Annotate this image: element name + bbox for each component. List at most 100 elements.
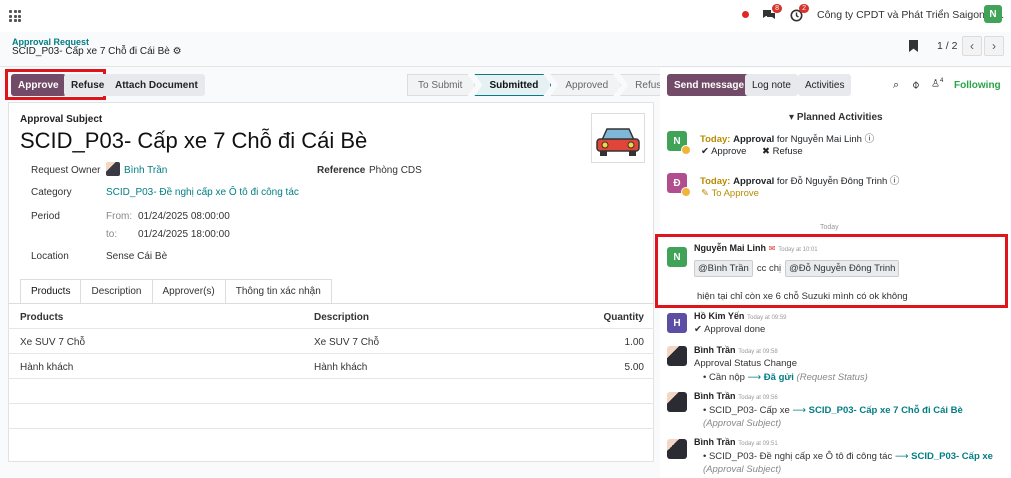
- approve-activity-label: Approve: [711, 146, 747, 157]
- envelope-icon: ✉: [768, 244, 776, 253]
- message-header: Bình Trần Today at 09:58: [694, 345, 778, 356]
- messaging-icon[interactable]: 8: [760, 4, 782, 24]
- attach-document-button[interactable]: Attach Document: [108, 74, 205, 96]
- to-value[interactable]: 01/24/2025 18:00:00: [138, 229, 230, 240]
- apps-menu-icon[interactable]: [9, 10, 21, 22]
- activities-button[interactable]: Activities: [798, 74, 852, 96]
- tab-approvers[interactable]: Approver(s): [151, 279, 226, 303]
- owner-label: Request Owner: [31, 165, 101, 176]
- author-name[interactable]: Bình Trần: [694, 345, 736, 355]
- category-label: Category: [31, 187, 72, 198]
- info-icon[interactable]: ⓘ: [890, 176, 900, 187]
- message-header: Bình Trần Today at 09:51: [694, 437, 778, 448]
- location-label: Location: [31, 251, 69, 262]
- approve-activity-button[interactable]: ✔ Approve: [701, 146, 746, 157]
- tracking-value: • Cần nộp ⟶ Đã gửi (Request Status): [703, 372, 868, 383]
- pager-value[interactable]: 1 / 2: [937, 40, 957, 52]
- new-value: SCID_P03- Cấp xe 7 Chỗ đi Cái Bè: [808, 405, 963, 416]
- tab-description[interactable]: Description: [80, 279, 153, 303]
- activity-type: Approval: [733, 176, 775, 187]
- message-time: Today at 09:51: [738, 441, 778, 447]
- status-approved[interactable]: Approved: [550, 74, 621, 96]
- author-avatar: N: [667, 247, 687, 267]
- tab-products[interactable]: Products: [20, 279, 82, 303]
- table-cell: Xe SUV 7 Chỗ: [20, 337, 86, 348]
- planned-activities-toggle[interactable]: ▾ Planned Activities: [789, 112, 883, 123]
- user-avatar[interactable]: N: [984, 5, 1002, 23]
- table-row[interactable]: Xe SUV 7 Chỗ Xe SUV 7 Chỗ 1.00: [8, 329, 654, 354]
- car-image[interactable]: [591, 113, 645, 163]
- status-bar: To Submit Submitted Approved Refused: [407, 74, 686, 96]
- search-icon[interactable]: ⌕: [893, 79, 899, 92]
- refuse-activity-button[interactable]: ✖ Refuse: [762, 146, 803, 157]
- author-name[interactable]: Hồ Kim Yến: [694, 311, 744, 321]
- table-row[interactable]: Hành khách Hành khách 5.00: [8, 354, 654, 379]
- message-body: @Bình Trần cc chị @Đỗ Nguyễn Đông Trinh: [694, 260, 900, 277]
- message-time: Today at 09:59: [747, 315, 787, 321]
- owner-value[interactable]: Bình Trần: [124, 165, 167, 176]
- pager-previous-button[interactable]: ‹: [962, 36, 982, 56]
- message-text: ✔ Approval done: [694, 324, 766, 335]
- new-value: SCID_P03- Cấp xe: [911, 451, 993, 462]
- activity-clock-icon[interactable]: 2: [787, 4, 809, 24]
- gear-icon[interactable]: ⚙: [173, 46, 182, 57]
- car-icon: [596, 128, 640, 156]
- table-cell: Hành khách: [20, 362, 74, 373]
- approve-button[interactable]: Approve: [11, 74, 66, 96]
- reference-label: Reference: [317, 165, 366, 176]
- activity-badge: 2: [799, 4, 809, 13]
- activity-type: Approval: [733, 134, 775, 145]
- table-row: [8, 379, 654, 404]
- new-value: Đã gửi: [763, 372, 794, 383]
- notebook-tabs: Products Description Approver(s) Thông t…: [20, 279, 332, 303]
- company-switcher[interactable]: Công ty CPDT và Phát Triển Saigon C...: [817, 9, 1004, 21]
- status-submitted[interactable]: Submitted: [474, 74, 551, 96]
- location-value[interactable]: Sense Cái Bè: [106, 251, 167, 262]
- record-title: SCID_P03- Cấp xe 7 Chỗ đi Cái Bè: [12, 46, 170, 57]
- field-name: (Approval Subject): [703, 418, 782, 429]
- author-avatar: H: [667, 313, 687, 333]
- author-name[interactable]: Nguyễn Mai Linh: [694, 243, 766, 253]
- activity-clock-icon: [681, 187, 691, 197]
- author-avatar: [667, 439, 687, 459]
- bookmark-icon[interactable]: [909, 40, 918, 52]
- pager-next-button[interactable]: ›: [984, 36, 1004, 56]
- activity-due: Today:: [700, 134, 731, 145]
- owner-avatar: [106, 162, 120, 176]
- column-header[interactable]: Quantity: [603, 312, 644, 323]
- message-text: cc chị: [756, 263, 782, 274]
- send-message-button[interactable]: Send message: [667, 74, 752, 96]
- mention-link[interactable]: @Bình Trần: [694, 260, 753, 277]
- message-header: Hồ Kim Yến Today at 09:59: [694, 311, 787, 322]
- info-icon[interactable]: ⓘ: [865, 134, 875, 145]
- log-note-button[interactable]: Log note: [745, 74, 798, 96]
- column-header[interactable]: Description: [314, 312, 369, 323]
- old-value: SCID_P03- Cấp xe: [708, 405, 790, 416]
- status-to-submit[interactable]: To Submit: [407, 74, 475, 96]
- to-approve-status: ✎ To Approve: [701, 188, 759, 199]
- from-value[interactable]: 01/24/2025 08:00:00: [138, 211, 230, 222]
- refuse-button[interactable]: Refuse: [64, 74, 112, 96]
- category-value[interactable]: SCID_P03- Đề nghị cấp xe Ô tô đi công tá…: [106, 187, 299, 198]
- subject-title[interactable]: SCID_P03- Cấp xe 7 Chỗ đi Cái Bè: [20, 128, 367, 154]
- tab-confirmation[interactable]: Thông tin xác nhận: [224, 279, 332, 303]
- activity-line: Today: Approval for Nguyễn Mai Linh ⓘ: [700, 131, 874, 145]
- breadcrumb-current: SCID_P03- Cấp xe 7 Chỗ đi Cái Bè ⚙: [12, 46, 182, 57]
- subject-label: Approval Subject: [20, 114, 103, 125]
- planned-activities-label: Planned Activities: [796, 112, 883, 123]
- activity-line: Today: Approval for Đỗ Nguyễn Đông Trinh…: [700, 173, 899, 187]
- mention-link[interactable]: @Đỗ Nguyễn Đông Trinh: [785, 260, 900, 277]
- table-cell: Xe SUV 7 Chỗ: [314, 337, 380, 348]
- caret-down-icon: ▾: [789, 112, 797, 123]
- followers-icon[interactable]: ♙4: [931, 78, 943, 89]
- old-value: Cần nộp: [708, 372, 745, 383]
- author-name[interactable]: Bình Trần: [694, 391, 736, 401]
- activity-assignee: for Đỗ Nguyễn Đông Trinh: [776, 176, 888, 187]
- author-name[interactable]: Bình Trần: [694, 437, 736, 447]
- column-header[interactable]: Products: [20, 312, 63, 323]
- reference-value[interactable]: Phòng CDS: [369, 165, 422, 176]
- following-button[interactable]: Following: [954, 80, 1001, 91]
- author-avatar: [667, 346, 687, 366]
- messages-badge: 8: [772, 4, 782, 13]
- from-label: From:: [106, 211, 133, 222]
